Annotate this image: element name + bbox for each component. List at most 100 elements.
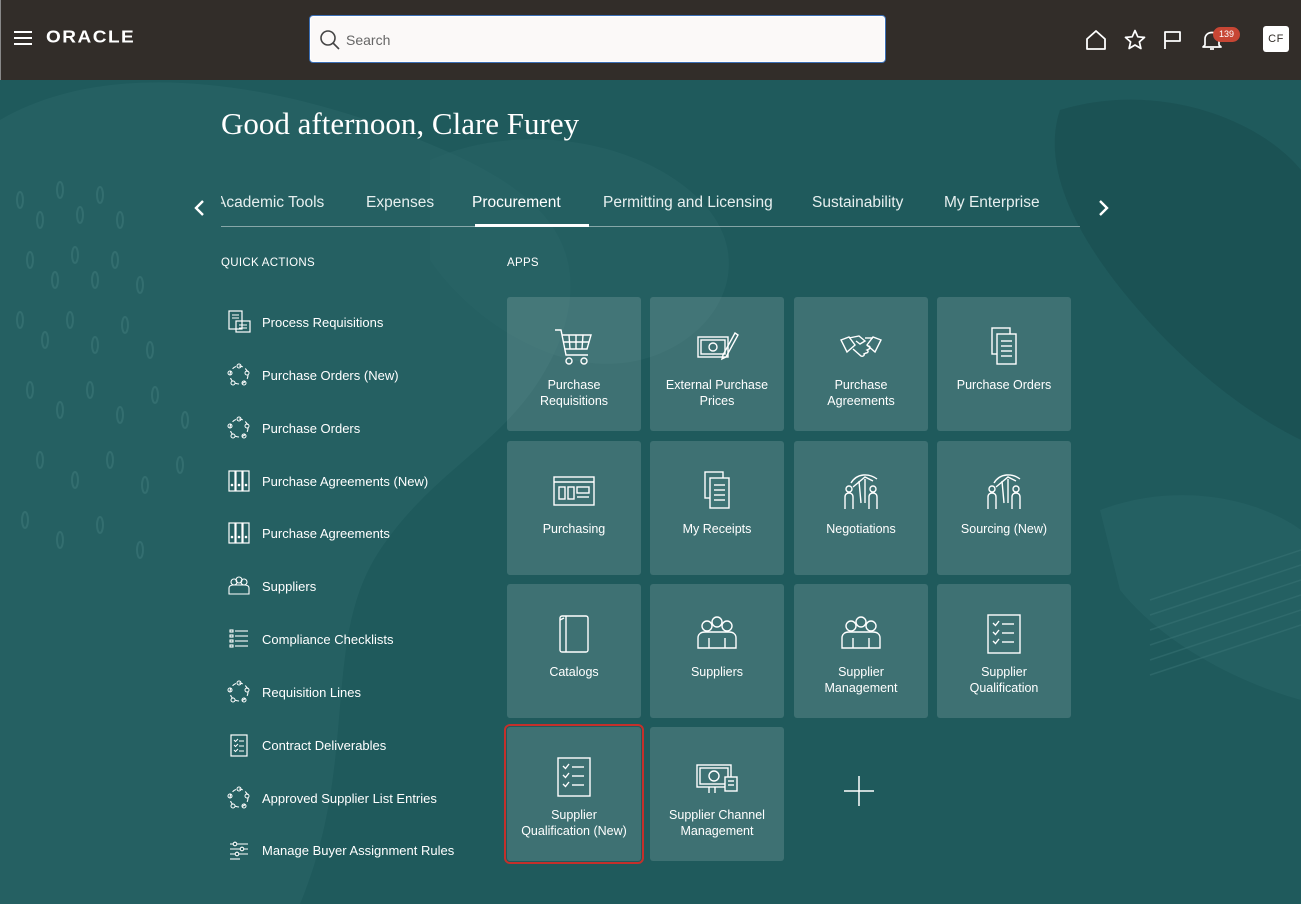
quick-action-requisition-lines[interactable]: Requisition Lines (226, 677, 361, 707)
quick-action-label: Approved Supplier List Entries (262, 790, 437, 806)
circle-network-icon (226, 679, 252, 705)
quick-actions-heading: QUICK ACTIONS (221, 257, 315, 269)
tab-permitting-and-licensing[interactable]: Permitting and Licensing (603, 194, 773, 212)
quick-action-manage-buyer-assignment-rules[interactable]: Manage Buyer Assignment Rules (226, 835, 454, 865)
app-tile-supplier-channel-management[interactable]: Supplier Channel Management (650, 727, 784, 861)
quick-action-label: Requisition Lines (262, 684, 362, 700)
document-stack-icon (695, 469, 739, 513)
circle-network-icon (226, 785, 252, 811)
binders-icon (226, 468, 252, 494)
app-tile-negotiations[interactable]: Negotiations (794, 441, 928, 575)
people-group-icon (839, 612, 883, 656)
app-tile-label: Suppliers (690, 665, 744, 679)
tab-sustainability[interactable]: Sustainability (812, 194, 903, 212)
people-group-icon (695, 612, 739, 656)
shopping-cart-icon (552, 325, 596, 369)
app-tile-label: Supplier Management (824, 665, 898, 695)
clipboard-check-icon (226, 732, 252, 758)
quick-action-process-requisitions[interactable]: Process Requisitions (226, 307, 383, 337)
quick-action-purchase-orders[interactable]: Purchase Orders (226, 413, 360, 443)
app-tile-catalogs[interactable]: Catalogs (507, 584, 641, 718)
quick-action-contract-deliverables[interactable]: Contract Deliverables (226, 730, 386, 760)
app-tile-label: Purchase Agreements (827, 378, 895, 408)
quick-action-purchase-agreements[interactable]: Purchase Agreements (226, 518, 390, 548)
app-tile-label: Purchasing (542, 522, 606, 536)
tabs-divider (221, 226, 1080, 227)
plus-icon (844, 776, 874, 806)
user-avatar[interactable]: CF (1263, 26, 1289, 52)
app-tile-purchase-requisitions[interactable]: Purchase Requisitions (507, 297, 641, 431)
tabs-scroll-area: Academic Tools Expenses Procurement Perm… (221, 180, 1080, 226)
home-icon[interactable] (1084, 28, 1108, 52)
tab-procurement[interactable]: Procurement (472, 194, 561, 212)
circle-network-icon (226, 415, 252, 441)
app-tile-purchasing[interactable]: Purchasing (507, 441, 641, 575)
app-tile-supplier-qualification[interactable]: Supplier Qualification (937, 584, 1071, 718)
circle-network-icon (226, 362, 252, 388)
watchlist-flag-icon[interactable] (1161, 28, 1185, 52)
quick-action-label: Suppliers (262, 578, 317, 594)
tab-my-enterprise[interactable]: My Enterprise (944, 194, 1040, 212)
app-tile-supplier-qualification-new[interactable]: Supplier Qualification (New) (504, 724, 644, 864)
search-input[interactable] (346, 28, 866, 52)
negotiation-icon (982, 469, 1026, 513)
active-tab-indicator (475, 224, 589, 227)
search-box[interactable] (309, 15, 886, 63)
chevron-left-icon[interactable] (193, 199, 207, 217)
quick-action-label: Purchase Agreements (262, 525, 390, 541)
oracle-logo[interactable]: ORACLE (46, 28, 135, 48)
app-tile-label: Supplier Qualification (969, 665, 1039, 695)
add-app-button[interactable] (794, 727, 928, 861)
sliders-icon (226, 837, 252, 863)
binders-icon (226, 520, 252, 546)
app-tile-label: External Purchase Prices (665, 378, 769, 408)
apps-heading: APPS (507, 257, 539, 269)
app-tile-label: Purchase Orders (956, 378, 1052, 392)
tab-expenses[interactable]: Expenses (366, 194, 434, 212)
money-pen-icon (695, 325, 739, 369)
app-tile-purchase-orders[interactable]: Purchase Orders (937, 297, 1071, 431)
quick-action-purchase-orders-new[interactable]: Purchase Orders (New) (226, 360, 399, 390)
quick-action-suppliers[interactable]: Suppliers (226, 571, 316, 601)
notification-count-badge: 139 (1213, 27, 1240, 42)
quick-action-label: Manage Buyer Assignment Rules (262, 842, 455, 858)
springboard-tabs: Academic Tools Expenses Procurement Perm… (0, 180, 1301, 230)
requisition-icon (226, 309, 252, 335)
greeting-title: Good afternoon, Clare Furey (221, 106, 580, 141)
checklist-lines-icon (226, 626, 252, 652)
people-group-icon (226, 573, 252, 599)
app-tile-sourcing-new[interactable]: Sourcing (New) (937, 441, 1071, 575)
app-tile-suppliers[interactable]: Suppliers (650, 584, 784, 718)
dashboard-window-icon (552, 469, 596, 513)
quick-action-purchase-agreements-new[interactable]: Purchase Agreements (New) (226, 466, 428, 496)
app-tile-external-purchase-prices[interactable]: External Purchase Prices (650, 297, 784, 431)
quick-action-label: Contract Deliverables (262, 737, 387, 753)
negotiation-icon (839, 469, 883, 513)
quick-action-compliance-checklists[interactable]: Compliance Checklists (226, 624, 394, 654)
quick-action-label: Process Requisitions (262, 314, 384, 330)
favorites-star-icon[interactable] (1123, 28, 1147, 52)
global-header: ORACLE 139 CF (0, 0, 1301, 80)
app-tile-label: Purchase Requisitions (539, 378, 609, 408)
handshake-icon (839, 325, 883, 369)
app-tile-label: Negotiations (826, 522, 896, 536)
checklist-icon (552, 755, 596, 799)
quick-action-approved-supplier-list-entries[interactable]: Approved Supplier List Entries (226, 783, 437, 813)
app-tile-supplier-management[interactable]: Supplier Management (794, 584, 928, 718)
tab-academic-tools[interactable]: Academic Tools (221, 194, 324, 212)
quick-action-label: Compliance Checklists (262, 631, 394, 647)
money-channel-icon (695, 755, 739, 799)
chevron-right-icon[interactable] (1096, 199, 1110, 217)
quick-action-label: Purchase Orders (262, 420, 361, 436)
app-tile-label: Supplier Qualification (New) (521, 808, 627, 838)
navigator-menu-icon[interactable] (14, 31, 32, 47)
app-tile-label: Catalogs (549, 665, 599, 679)
document-stack-icon (982, 325, 1026, 369)
app-tile-purchase-agreements[interactable]: Purchase Agreements (794, 297, 928, 431)
checklist-icon (982, 612, 1026, 656)
app-tile-label: My Receipts (682, 522, 752, 536)
app-tile-label: Supplier Channel Management (669, 808, 765, 838)
quick-action-label: Purchase Agreements (New) (262, 473, 429, 489)
search-icon (320, 30, 340, 50)
app-tile-my-receipts[interactable]: My Receipts (650, 441, 784, 575)
